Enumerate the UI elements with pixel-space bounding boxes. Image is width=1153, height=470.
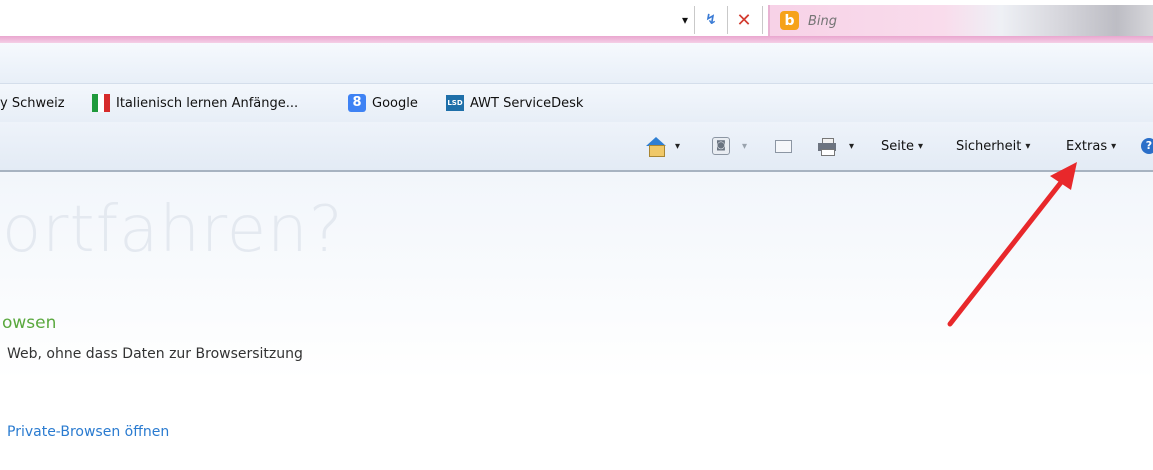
arrow-shaft	[947, 173, 1069, 327]
annotation-arrow	[947, 162, 1077, 327]
arrow-head	[1050, 162, 1077, 190]
